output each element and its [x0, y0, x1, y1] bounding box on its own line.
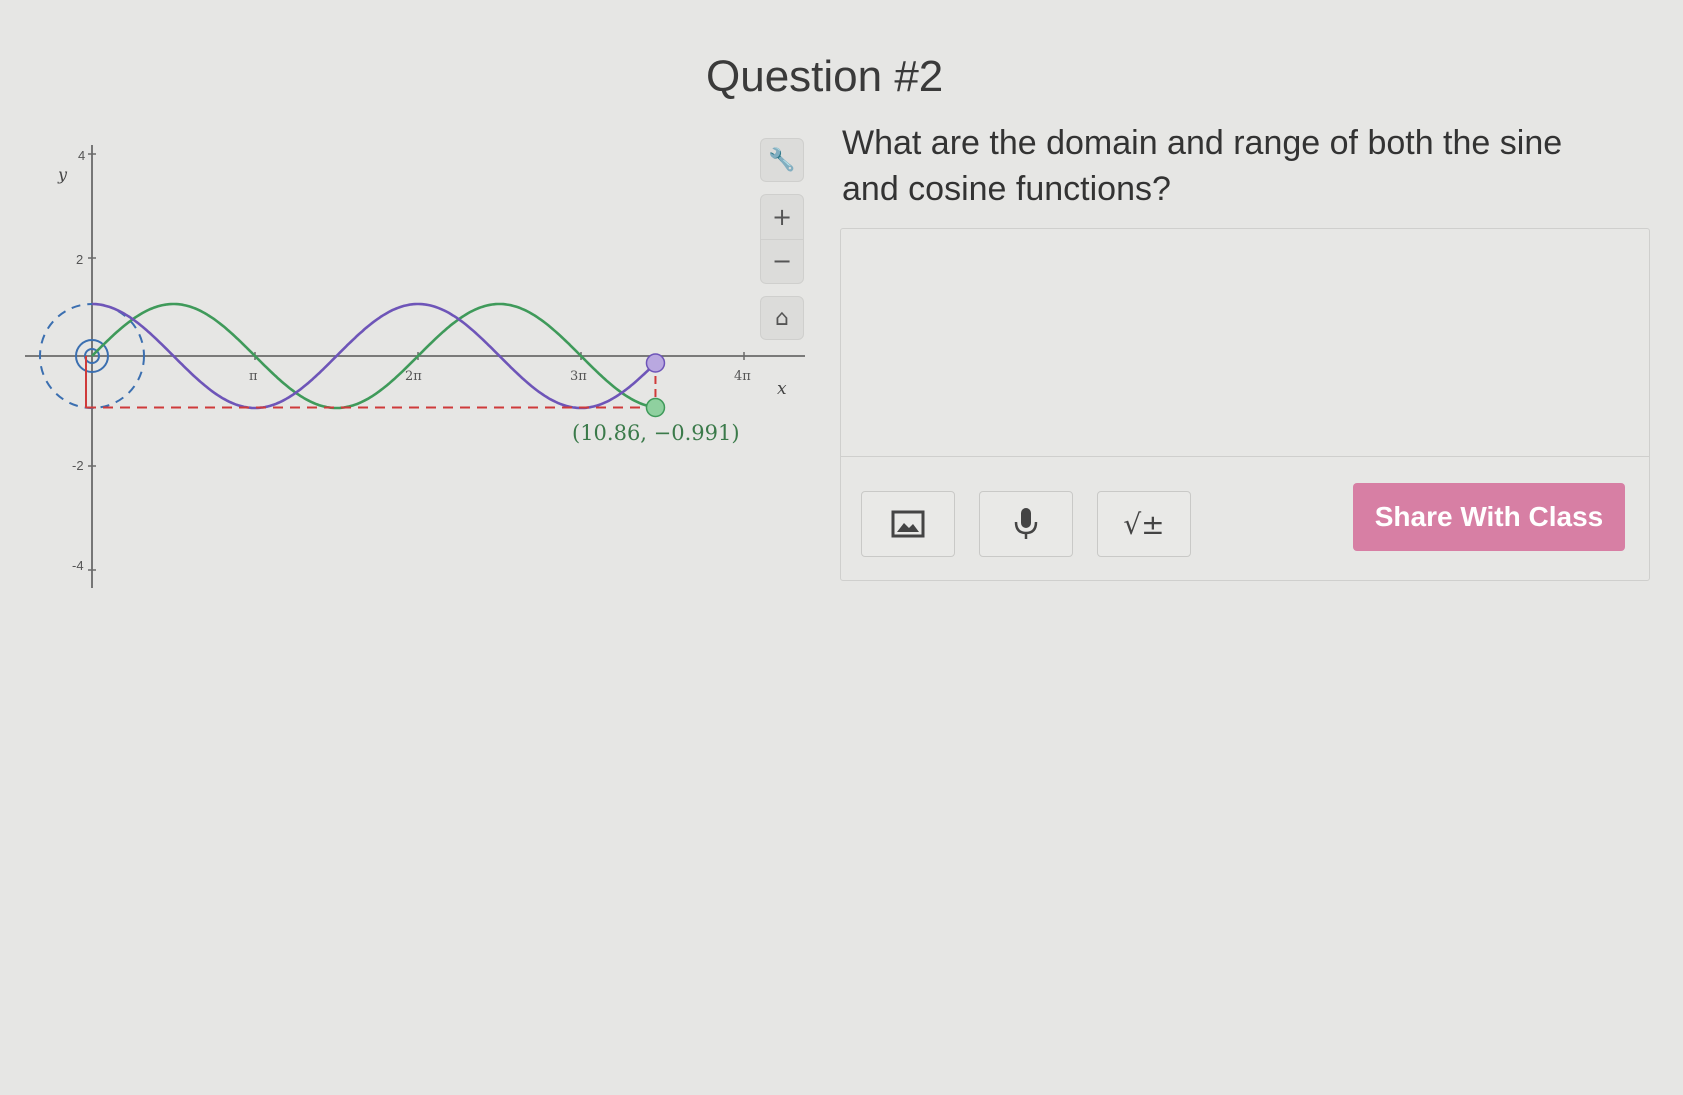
y-tick-label-neg2: -2 [72, 458, 84, 473]
share-with-class-button[interactable]: Share With Class [1353, 483, 1625, 551]
x-tick-label-pi: π [249, 369, 258, 384]
math-input-button[interactable]: √± [1097, 491, 1191, 557]
sine-point [645, 397, 666, 418]
point-label: (10.86, −0.991) [572, 421, 740, 445]
y-axis-label: y [57, 165, 68, 184]
graph-canvas[interactable]: y 4 2 -2 -4 π 2π 3π 4π x (10.86, −0.991) [0, 130, 820, 600]
image-icon [891, 510, 925, 538]
y-tick-label-4: 4 [78, 148, 85, 163]
page-title: Question #2 [706, 52, 944, 101]
answer-input[interactable] [841, 229, 1649, 457]
graph-panel[interactable]: y 4 2 -2 -4 π 2π 3π 4π x (10.86, −0.991) [0, 130, 820, 600]
voice-record-button[interactable] [979, 491, 1073, 557]
question-prompt: What are the domain and range of both th… [842, 124, 1563, 208]
y-tick-label-2: 2 [76, 252, 83, 267]
x-tick-label-4pi: 4π [734, 369, 751, 384]
x-axis-label: x [777, 379, 787, 399]
image-upload-button[interactable] [861, 491, 955, 557]
microphone-icon [1014, 508, 1038, 539]
x-tick-label-2pi: 2π [405, 369, 422, 384]
graph-toolbar: 🔧 + − ⌂ [760, 138, 806, 340]
wrench-icon[interactable]: 🔧 [760, 138, 804, 182]
home-icon[interactable]: ⌂ [760, 296, 804, 340]
y-tick-label-neg4: -4 [72, 558, 84, 573]
zoom-controls: + − [760, 194, 804, 284]
zoom-out-button[interactable]: − [761, 238, 803, 284]
x-tick-label-3pi: 3π [570, 369, 587, 384]
answer-panel: √± Share With Class [840, 228, 1650, 581]
zoom-in-button[interactable]: + [761, 195, 803, 239]
cosine-point [645, 353, 666, 373]
